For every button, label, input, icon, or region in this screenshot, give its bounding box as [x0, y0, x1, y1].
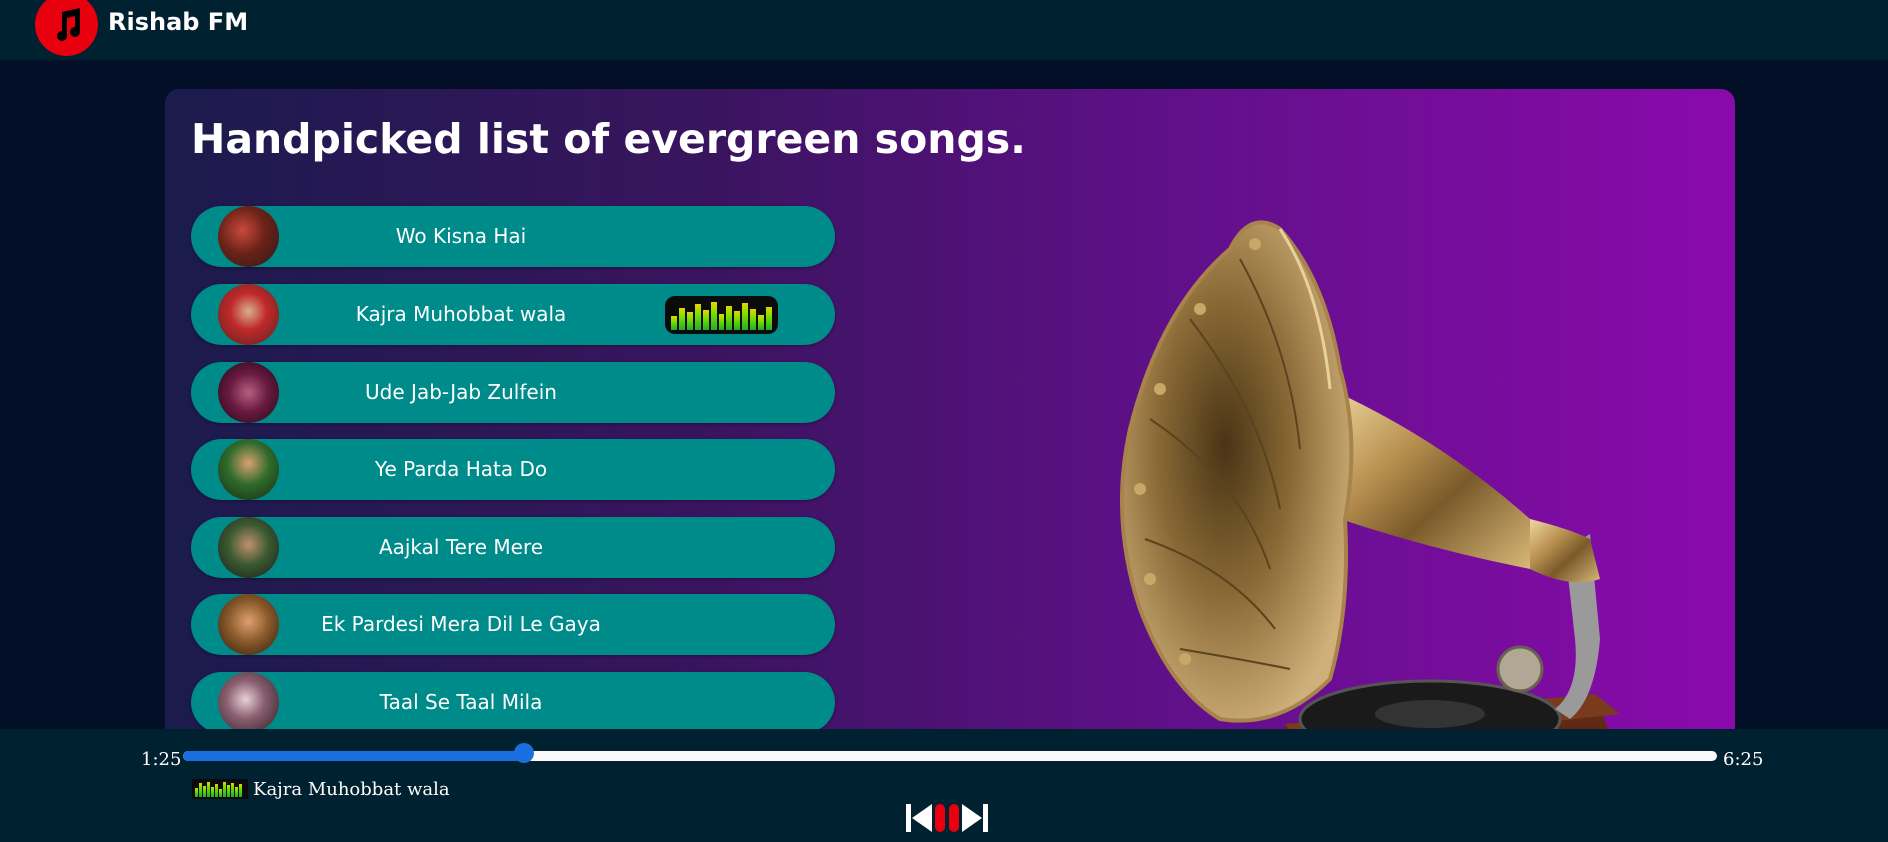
song-item[interactable]: Aajkal Tere Mere [191, 517, 835, 578]
progress-slider[interactable] [183, 751, 1717, 761]
music-note-icon[interactable] [35, 0, 98, 56]
song-card: Handpicked list of evergreen songs. Wo K… [165, 89, 1735, 829]
player-controls [906, 801, 988, 835]
song-title: Ude Jab-Jab Zulfein [365, 380, 557, 404]
audio-player: 1:25 6:25 Kajra Muhobbat wala [0, 729, 1888, 842]
song-title: Kajra Muhobbat wala [355, 302, 567, 326]
total-time: 6:25 [1723, 749, 1764, 770]
current-time: 1:25 [141, 749, 182, 770]
equalizer-icon [665, 296, 778, 334]
song-item[interactable]: Ek Pardesi Mera Dil Le Gaya [191, 594, 835, 655]
brand-name[interactable]: Rishab FM [108, 8, 248, 36]
song-title: Wo Kisna Hai [395, 224, 527, 248]
song-item[interactable]: Ude Jab-Jab Zulfein [191, 362, 835, 423]
song-item[interactable]: Ye Parda Hata Do [191, 439, 835, 500]
song-item[interactable]: Kajra Muhobbat wala [191, 284, 835, 345]
progress-fill [183, 751, 524, 761]
pause-icon[interactable] [932, 802, 962, 834]
song-title: Aajkal Tere Mere [378, 535, 544, 559]
song-item[interactable]: Taal Se Taal Mila [191, 672, 835, 733]
previous-icon[interactable] [906, 802, 932, 834]
song-title: Ek Pardesi Mera Dil Le Gaya [321, 612, 601, 636]
song-title: Taal Se Taal Mila [379, 690, 543, 714]
equalizer-icon [192, 779, 248, 799]
song-item[interactable]: Wo Kisna Hai [191, 206, 835, 267]
navbar: Rishab FM [0, 0, 1888, 60]
page-title: Handpicked list of evergreen songs. [191, 115, 1026, 163]
now-playing-title: Kajra Muhobbat wala [253, 779, 450, 800]
progress-thumb[interactable] [513, 743, 534, 763]
next-icon[interactable] [962, 802, 988, 834]
song-title: Ye Parda Hata Do [374, 457, 548, 481]
